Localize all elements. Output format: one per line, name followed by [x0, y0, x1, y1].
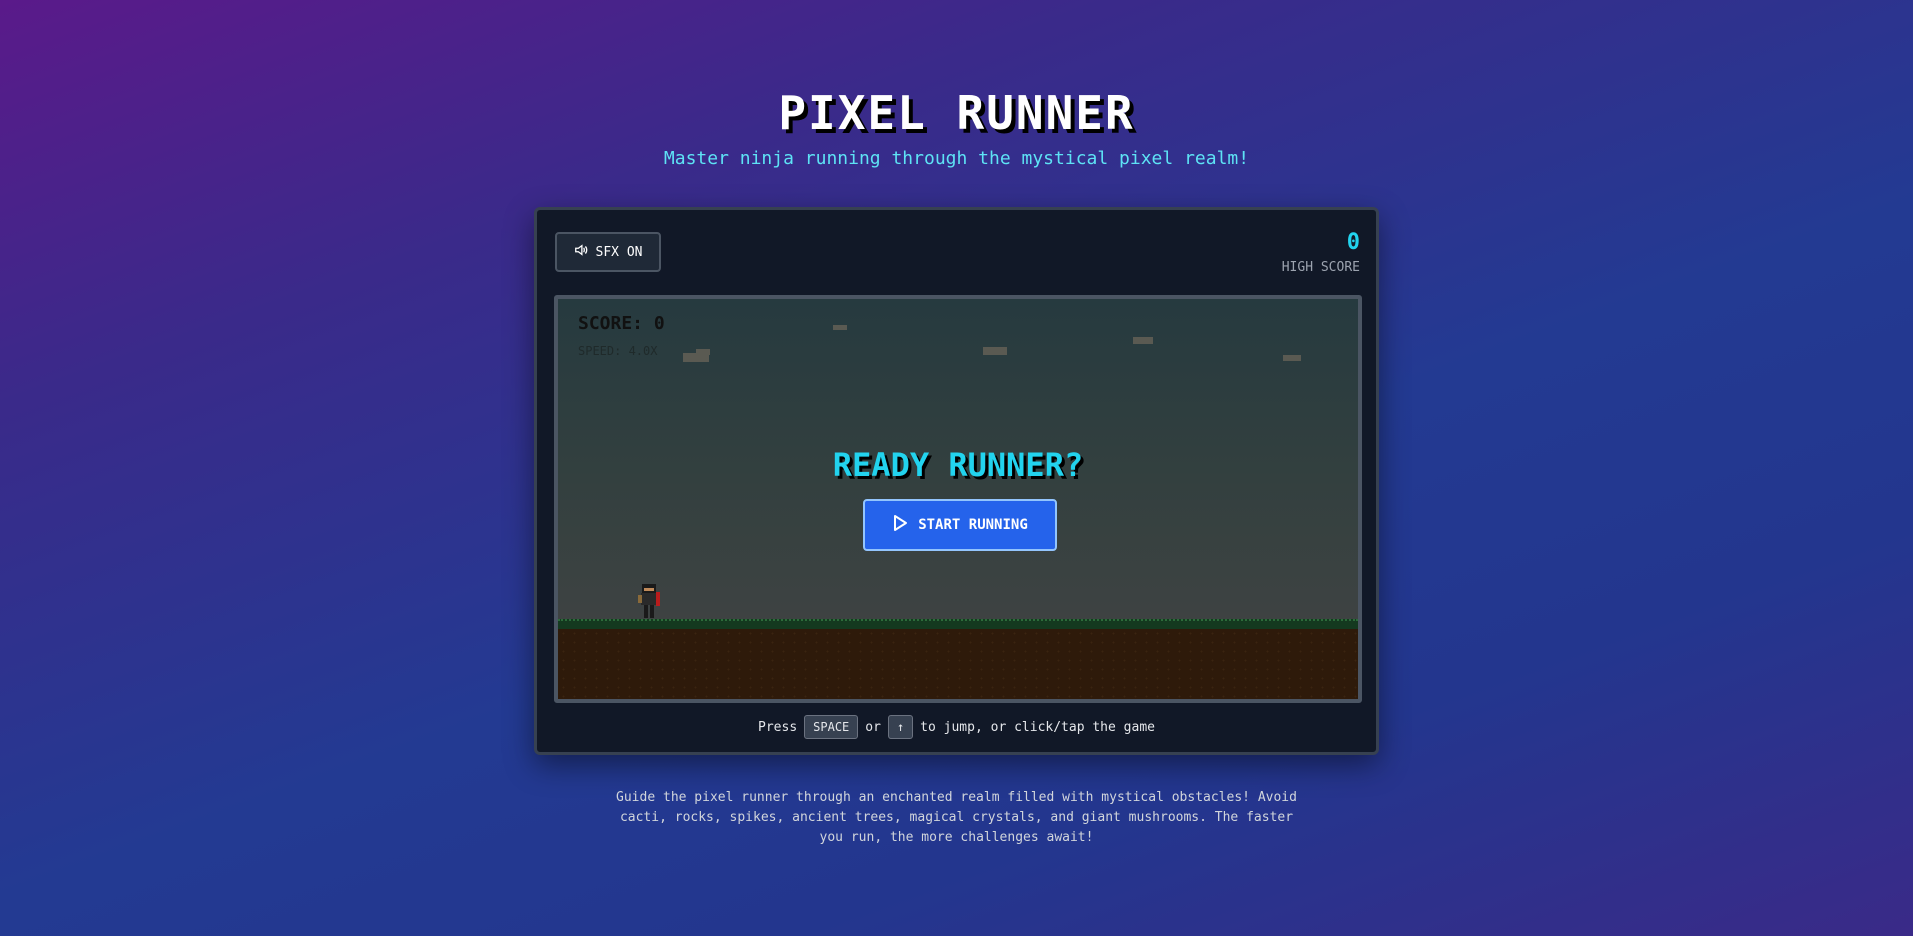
cloud: [1133, 337, 1153, 344]
game-panel: SFX ON 0 HIGH SCORE SCORE: 0 SPEED: 4.0X…: [534, 207, 1379, 755]
score-display: SCORE: 0: [578, 313, 665, 334]
speaker-icon: [574, 243, 588, 261]
help-press: Press: [758, 719, 798, 735]
ready-heading: READY RUNNER?: [832, 446, 1084, 484]
space-key: SPACE: [804, 715, 859, 739]
high-score-value: 0: [1346, 230, 1360, 255]
start-running-button[interactable]: START RUNNING: [863, 499, 1057, 551]
ground-grass: [558, 619, 1358, 629]
help-rest: to jump, or click/tap the game: [920, 719, 1155, 735]
cloud: [833, 325, 847, 330]
ground-dirt: [558, 629, 1358, 699]
cloud: [696, 349, 710, 355]
up-arrow-key: ↑: [887, 715, 914, 739]
high-score-label: HIGH SCORE: [1281, 260, 1360, 275]
ninja-character: [638, 584, 660, 620]
page-subtitle: Master ninja running through the mystica…: [663, 148, 1250, 169]
help-or: or: [865, 719, 881, 735]
cloud: [983, 347, 1007, 355]
game-description: Guide the pixel runner through an enchan…: [616, 790, 1297, 845]
sfx-label: SFX ON: [595, 244, 643, 260]
speed-display: SPEED: 4.0X: [578, 344, 658, 358]
start-running-label: START RUNNING: [918, 517, 1028, 533]
controls-help: Press SPACE or ↑ to jump, or click/tap t…: [537, 715, 1376, 739]
cloud: [1283, 355, 1301, 361]
sfx-toggle-button[interactable]: SFX ON: [555, 232, 661, 272]
game-canvas[interactable]: SCORE: 0 SPEED: 4.0X READY RUNNER? START…: [554, 295, 1362, 703]
play-icon: [892, 514, 908, 536]
page-title: PIXEL RUNNER: [778, 86, 1135, 140]
